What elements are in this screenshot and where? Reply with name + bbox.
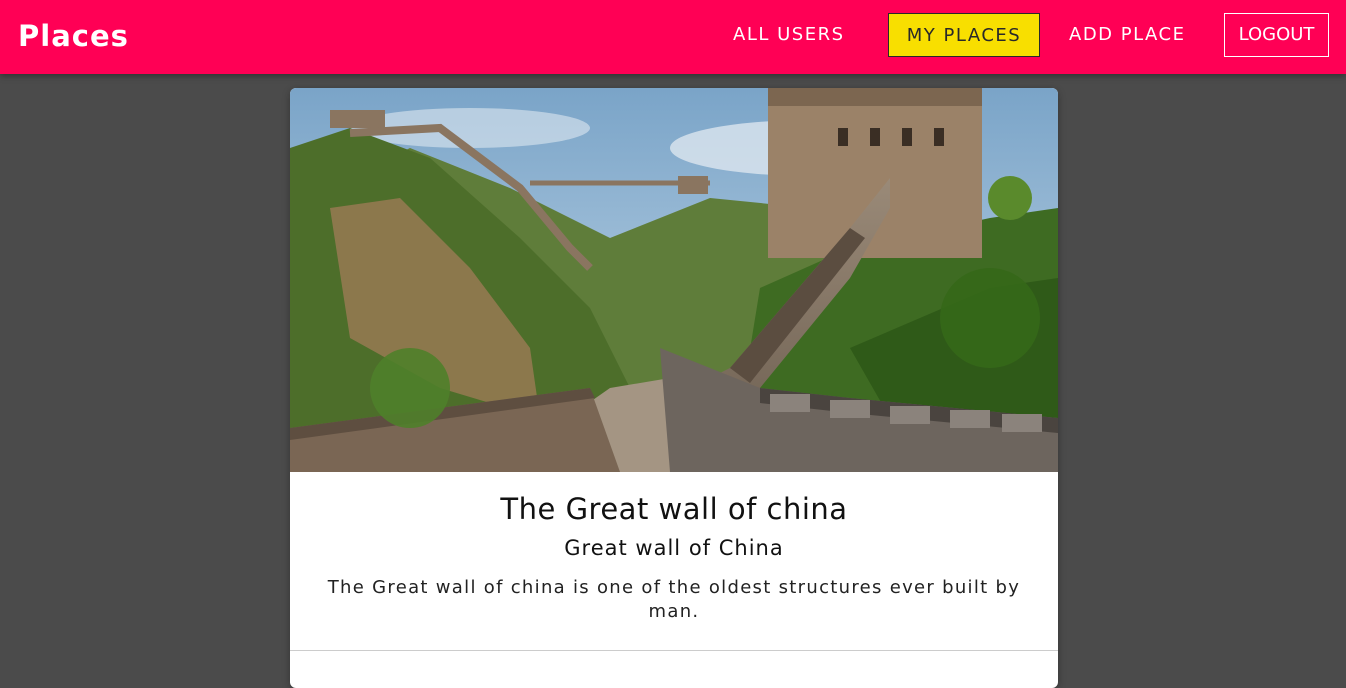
- logout-button[interactable]: LOGOUT: [1224, 13, 1329, 57]
- place-description: The Great wall of china is one of the ol…: [327, 577, 1021, 622]
- main-header: Places ALL USERS MY PLACES ADD PLACE LOG…: [0, 0, 1346, 74]
- place-address: Great wall of China: [564, 536, 784, 560]
- nav-add-place[interactable]: ADD PLACE: [1069, 13, 1203, 57]
- nav-all-users[interactable]: ALL USERS: [733, 13, 859, 57]
- place-card: The Great wall of china Great wall of Ch…: [290, 88, 1058, 688]
- card-divider: [290, 650, 1058, 651]
- app-logo-link[interactable]: Places: [18, 14, 129, 58]
- place-image: [290, 88, 1058, 472]
- nav-my-places[interactable]: MY PLACES: [888, 13, 1040, 57]
- place-title: The Great wall of china: [500, 492, 848, 526]
